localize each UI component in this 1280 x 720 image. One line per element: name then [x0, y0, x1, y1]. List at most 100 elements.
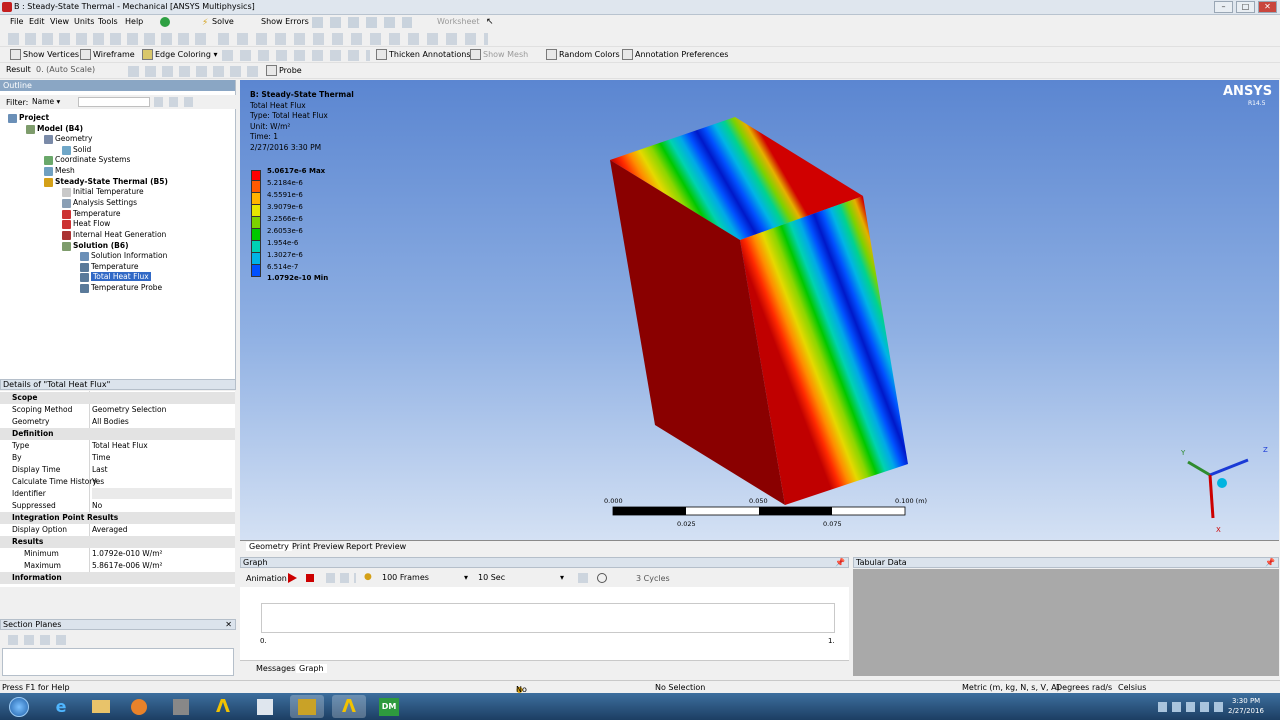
- filter-input[interactable]: [78, 97, 150, 107]
- tree-node-solution[interactable]: Solution (B6): [62, 241, 129, 251]
- menu-file[interactable]: File: [10, 17, 23, 26]
- probe-button[interactable]: Probe: [266, 65, 302, 76]
- pin-icon[interactable]: 📌: [835, 558, 845, 568]
- tab-print-preview[interactable]: Print Preview: [292, 542, 344, 551]
- details-row[interactable]: Scoping Method Geometry Selection: [0, 404, 235, 416]
- solve-icon[interactable]: ⚡: [202, 18, 208, 28]
- export-icon[interactable]: [578, 573, 588, 583]
- taskbar-ie[interactable]: e: [44, 695, 78, 718]
- menu-units[interactable]: Units: [74, 17, 94, 26]
- tree-node-solid[interactable]: Solid: [62, 145, 91, 155]
- frames-dropdown[interactable]: 100 Frames ▾: [382, 573, 470, 584]
- taskbar-mechanical[interactable]: Λ: [332, 695, 366, 718]
- play-icon[interactable]: [288, 573, 297, 583]
- details-row[interactable]: Minimum 1.0792e-010 W/m²: [0, 548, 235, 560]
- taskbar-recorder[interactable]: [290, 695, 324, 718]
- section-plane-tools[interactable]: [8, 635, 68, 645]
- menu-view[interactable]: View: [50, 17, 69, 26]
- details-row[interactable]: Geometry All Bodies: [0, 416, 235, 428]
- tree-node-temperature-probe[interactable]: Temperature Probe: [80, 283, 162, 293]
- details-row[interactable]: Maximum 5.8617e-006 W/m²: [0, 560, 235, 572]
- zoom-icon[interactable]: [597, 573, 607, 583]
- pin-icon[interactable]: 📌: [1265, 558, 1275, 568]
- section-planes-list[interactable]: [2, 648, 234, 676]
- status-rads[interactable]: rad/s: [1092, 683, 1112, 692]
- selection-tools[interactable]: [8, 33, 208, 45]
- tree-node-solution-information[interactable]: Solution Information: [80, 251, 167, 261]
- solve-button[interactable]: Solve: [212, 17, 234, 26]
- clock-date[interactable]: 2/27/2016: [1228, 707, 1264, 715]
- annotation-preferences-button[interactable]: Annotation Preferences: [622, 49, 728, 60]
- view-tools[interactable]: [218, 33, 488, 45]
- taskbar-media[interactable]: [122, 695, 156, 718]
- tree-node-temperature-result[interactable]: Temperature: [80, 262, 139, 272]
- menu-tools[interactable]: Tools: [98, 17, 118, 26]
- taskbar-designmodeler[interactable]: DM: [372, 695, 406, 718]
- tree-node-internal-heat-generation[interactable]: Internal Heat Generation: [62, 230, 166, 240]
- clock-time[interactable]: 3:30 PM: [1232, 697, 1260, 705]
- tree-node-total-heat-flux[interactable]: Total Heat Flux: [80, 272, 151, 282]
- outline-tools[interactable]: [154, 97, 196, 107]
- thicken-annotations-button[interactable]: Thicken Annotations: [376, 49, 471, 60]
- tab-graph[interactable]: Graph: [296, 664, 327, 673]
- result-tools[interactable]: [128, 66, 258, 77]
- section-results[interactable]: Results: [0, 536, 235, 548]
- details-row[interactable]: Type Total Heat Flux: [0, 440, 235, 452]
- tab-report-preview[interactable]: Report Preview: [346, 542, 406, 551]
- details-row[interactable]: Calculate Time History Yes: [0, 476, 235, 488]
- menu-edit[interactable]: Edit: [29, 17, 45, 26]
- edge-tools[interactable]: [222, 50, 370, 61]
- lightbulb-icon[interactable]: ●: [364, 572, 372, 582]
- status-degrees[interactable]: Degrees: [1056, 683, 1089, 692]
- tree-node-coordinate-systems[interactable]: Coordinate Systems: [44, 155, 130, 165]
- filter-dropdown[interactable]: Name ▾: [32, 97, 72, 107]
- tree-node-model[interactable]: Model (B4): [26, 124, 83, 134]
- wireframe-button[interactable]: Wireframe: [80, 49, 135, 60]
- cursor-icon[interactable]: ↖: [486, 17, 494, 27]
- tree-node-temperature-bc[interactable]: Temperature: [62, 209, 121, 219]
- model-view[interactable]: [240, 80, 1279, 540]
- stop-icon[interactable]: [306, 574, 314, 582]
- taskbar-explorer[interactable]: [84, 695, 118, 718]
- status-celsius[interactable]: Celsius: [1118, 683, 1146, 692]
- edge-coloring-button[interactable]: Edge Coloring ▾: [142, 49, 218, 60]
- tree-node-analysis-settings[interactable]: Analysis Settings: [62, 198, 137, 208]
- taskbar-editor[interactable]: [248, 695, 282, 718]
- section-definition[interactable]: Definition: [0, 428, 235, 440]
- tree-node-mesh[interactable]: Mesh: [44, 166, 75, 176]
- worksheet-button[interactable]: Worksheet: [437, 17, 479, 26]
- tree-node-initial-temperature[interactable]: Initial Temperature: [62, 187, 144, 197]
- details-row[interactable]: Display Option Averaged: [0, 524, 235, 536]
- minimize-button[interactable]: –: [1214, 1, 1233, 13]
- menu-help[interactable]: Help: [125, 17, 143, 26]
- toolbar-icon-group[interactable]: [312, 17, 412, 28]
- section-integration[interactable]: Integration Point Results: [0, 512, 235, 524]
- duration-dropdown[interactable]: 10 Sec ▾: [478, 573, 566, 584]
- status-units[interactable]: Metric (m, kg, N, s, V, A): [962, 683, 1060, 692]
- tab-geometry[interactable]: Geometry: [246, 542, 292, 551]
- close-button[interactable]: ✕: [1258, 1, 1277, 13]
- frame-tools[interactable]: [326, 573, 356, 583]
- tray-icons[interactable]: [1158, 702, 1224, 712]
- tree-node-project[interactable]: Project: [8, 113, 49, 123]
- graph-plot-area[interactable]: [261, 603, 835, 633]
- details-row[interactable]: Identifier: [0, 488, 235, 500]
- details-row[interactable]: Suppressed No: [0, 500, 235, 512]
- tab-messages[interactable]: Messages: [256, 664, 295, 673]
- start-button[interactable]: [2, 695, 36, 718]
- check-icon[interactable]: [160, 17, 170, 27]
- graphics-viewport[interactable]: B: Steady-State Thermal Total Heat Flux …: [240, 80, 1279, 540]
- show-vertices-button[interactable]: Show Vertices: [10, 49, 79, 60]
- taskbar-app[interactable]: [164, 695, 198, 718]
- tree-node-geometry[interactable]: Geometry: [44, 134, 92, 144]
- tabular-panel[interactable]: [853, 569, 1279, 676]
- random-colors-button[interactable]: Random Colors: [546, 49, 620, 60]
- taskbar-ansys[interactable]: Λ: [206, 695, 240, 718]
- show-mesh-button[interactable]: Show Mesh: [470, 49, 528, 60]
- tree-node-steady-state-thermal[interactable]: Steady-State Thermal (B5): [44, 177, 168, 187]
- section-information[interactable]: Information: [0, 572, 235, 584]
- details-row[interactable]: By Time: [0, 452, 235, 464]
- scale-dropdown[interactable]: 0. (Auto Scale): [36, 65, 95, 74]
- close-icon[interactable]: ✕: [225, 620, 232, 630]
- show-errors-button[interactable]: Show Errors: [261, 17, 309, 26]
